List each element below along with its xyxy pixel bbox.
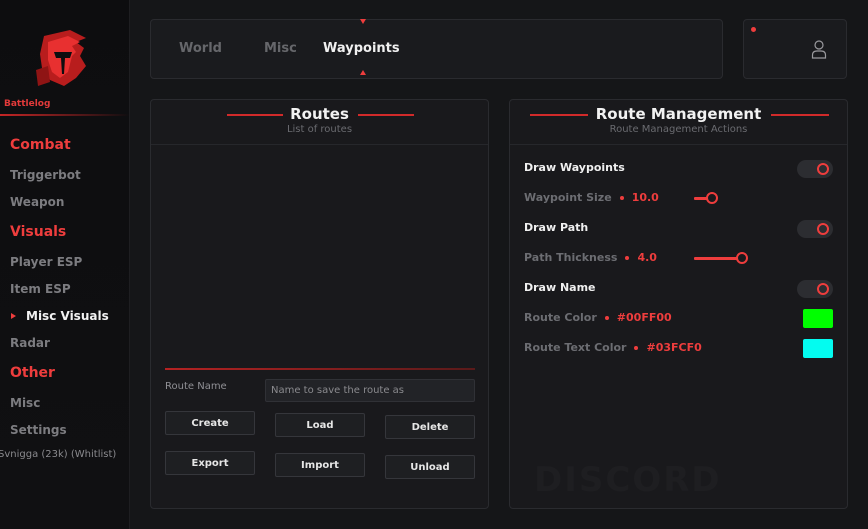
- active-tab-bottom-marker-icon: [360, 70, 366, 75]
- bullet-dot: [619, 195, 624, 200]
- path-thickness-slider[interactable]: [694, 252, 754, 264]
- route-color-value: #00FF00: [616, 311, 672, 324]
- bullet-dot: [634, 345, 639, 350]
- route-name-input[interactable]: [265, 379, 475, 402]
- nav-section-other: Other: [10, 365, 55, 381]
- panel-title: Route Management: [595, 105, 762, 123]
- slider-track: [694, 257, 742, 260]
- panel-subtitle: List of routes: [286, 124, 353, 135]
- slider-knob[interactable]: [706, 192, 718, 204]
- sidebar-item-player-esp[interactable]: Player ESP: [10, 255, 82, 269]
- waypoint-size-value: 10.0: [631, 191, 659, 204]
- nav-section-combat: Combat: [10, 137, 71, 153]
- tab-waypoints[interactable]: Waypoints: [323, 41, 400, 56]
- export-button[interactable]: Export: [165, 451, 255, 475]
- load-button[interactable]: Load: [275, 413, 365, 437]
- tab-bar: World Misc Waypoints: [150, 19, 723, 79]
- sidebar-item-radar[interactable]: Radar: [10, 336, 50, 350]
- nav-section-visuals: Visuals: [10, 224, 67, 240]
- sidebar-item-misc-visuals[interactable]: Misc Visuals: [26, 309, 109, 323]
- bullet-dot: [604, 315, 609, 320]
- delete-button[interactable]: Delete: [385, 415, 475, 439]
- spartan-helmet-logo-icon: [36, 30, 86, 86]
- toggle-knob: [817, 163, 829, 175]
- background-watermark: DISCORD: [534, 460, 722, 500]
- user-status-text: Svnigga (23k) (Whitlist): [0, 449, 117, 460]
- route-name-label: Route Name: [165, 381, 227, 392]
- path-thickness-label: Path Thickness: [524, 251, 618, 264]
- toggle-knob: [817, 223, 829, 235]
- slider-knob[interactable]: [736, 252, 748, 264]
- route-text-color-swatch[interactable]: [803, 339, 833, 358]
- import-button[interactable]: Import: [275, 453, 365, 477]
- tab-misc[interactable]: Misc: [264, 41, 297, 56]
- waypoint-size-row: Waypoint Size 10.0: [524, 191, 659, 204]
- draw-waypoints-label: Draw Waypoints: [524, 161, 625, 174]
- routes-divider: [165, 368, 475, 370]
- waypoint-size-slider[interactable]: [694, 192, 754, 204]
- sidebar-item-settings[interactable]: Settings: [10, 423, 67, 437]
- route-color-swatch[interactable]: [803, 309, 833, 328]
- toggle-knob: [817, 283, 829, 295]
- route-text-color-label: Route Text Color: [524, 341, 627, 354]
- path-thickness-value: 4.0: [637, 251, 657, 264]
- active-tab-top-marker-icon: [360, 19, 366, 24]
- path-thickness-row: Path Thickness 4.0: [524, 251, 657, 264]
- sidebar-item-triggerbot[interactable]: Triggerbot: [10, 168, 81, 182]
- notification-dot: [751, 27, 756, 32]
- route-text-color-row: Route Text Color #03FCF0: [524, 341, 702, 354]
- brand-name: Battlelog: [4, 99, 51, 109]
- panel-title: Routes: [290, 105, 349, 123]
- panel-separator: [151, 144, 488, 145]
- unload-button[interactable]: Unload: [385, 455, 475, 479]
- draw-path-toggle[interactable]: [797, 220, 833, 238]
- route-color-row: Route Color #00FF00: [524, 311, 672, 324]
- user-icon[interactable]: [811, 39, 827, 59]
- sidebar-item-item-esp[interactable]: Item ESP: [10, 282, 71, 296]
- create-button[interactable]: Create: [165, 411, 255, 435]
- panel-separator: [510, 144, 847, 145]
- draw-waypoints-toggle[interactable]: [797, 160, 833, 178]
- draw-path-label: Draw Path: [524, 221, 589, 234]
- sidebar-item-weapon[interactable]: Weapon: [10, 195, 64, 209]
- sidebar: Battlelog Combat Triggerbot Weapon Visua…: [0, 0, 130, 529]
- panel-subtitle: Route Management Actions: [609, 124, 748, 135]
- user-box[interactable]: [743, 19, 847, 79]
- routes-list[interactable]: [165, 148, 475, 364]
- sidebar-item-misc[interactable]: Misc: [10, 396, 40, 410]
- active-arrow-icon: [11, 313, 16, 319]
- route-color-label: Route Color: [524, 311, 597, 324]
- tab-world[interactable]: World: [179, 41, 222, 56]
- route-management-panel: DISCORD Route Management Route Managemen…: [509, 99, 848, 509]
- draw-name-toggle[interactable]: [797, 280, 833, 298]
- route-text-color-value: #03FCF0: [646, 341, 702, 354]
- brand-underline: [0, 114, 129, 116]
- draw-name-label: Draw Name: [524, 281, 596, 294]
- routes-panel: Routes List of routes Route Name Create …: [150, 99, 489, 509]
- bullet-dot: [625, 255, 630, 260]
- waypoint-size-label: Waypoint Size: [524, 191, 612, 204]
